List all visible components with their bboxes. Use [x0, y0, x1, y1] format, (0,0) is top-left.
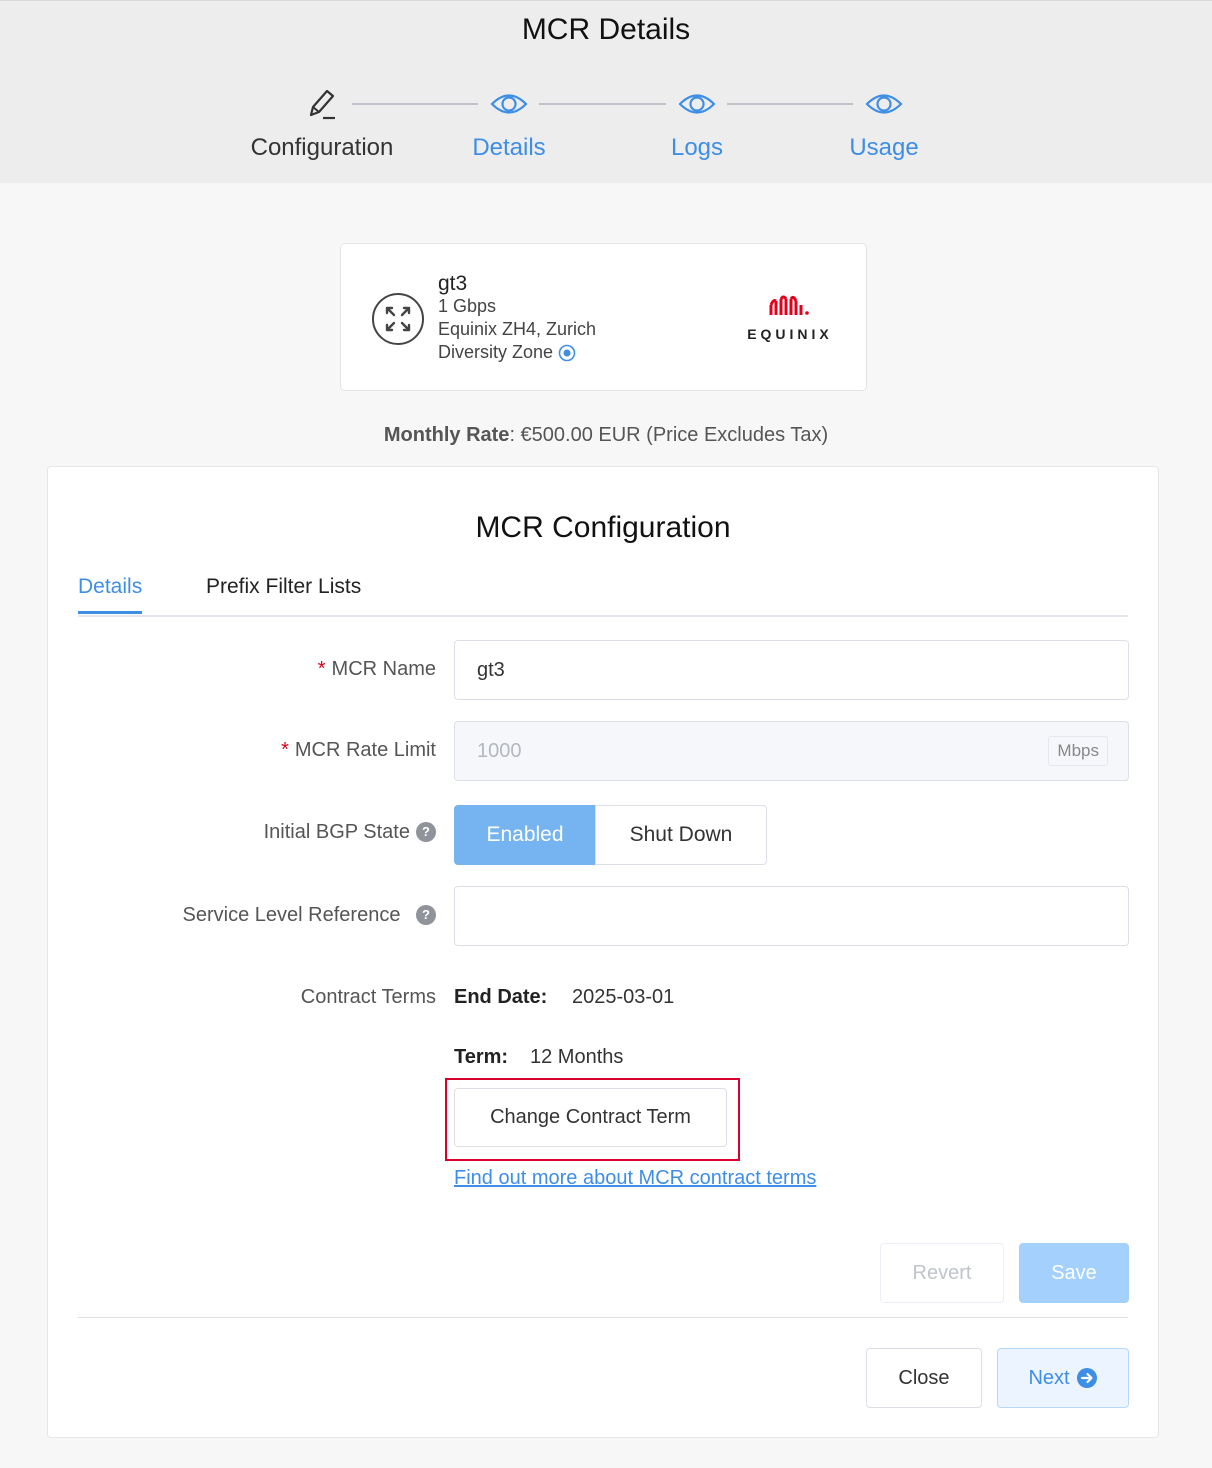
- mcr-rate-limit-label: * MCR Rate Limit: [78, 739, 436, 762]
- pencil-icon: [309, 89, 335, 120]
- bgp-state-label: Initial BGP State?: [78, 821, 436, 844]
- mcr-rate-limit-input: 1000 Mbps: [454, 721, 1129, 781]
- end-date-value: 2025-03-01: [572, 986, 675, 1008]
- page-title: MCR Details: [521, 13, 691, 46]
- service-info: gt3 1 Gbps Equinix ZH4, Zurich Diversity…: [438, 272, 596, 364]
- divider: [78, 1317, 1128, 1318]
- next-button-label: Next: [1028, 1367, 1070, 1389]
- mcr-name-label: * MCR Name: [78, 658, 436, 681]
- diversity-zone-label: Diversity Zone: [438, 342, 554, 362]
- end-date-key: End Date:: [454, 986, 548, 1008]
- contract-terms-label: Contract Terms: [300, 986, 436, 1008]
- monthly-rate-label: Monthly Rate: [383, 424, 510, 446]
- diversity-zone-icon: [558, 344, 576, 361]
- required-marker: *: [281, 739, 289, 761]
- bgp-enabled-button[interactable]: Enabled: [454, 805, 596, 865]
- close-button[interactable]: Close: [866, 1348, 982, 1408]
- step-label-details: Details: [472, 134, 546, 161]
- equinix-logo-text: EQUINIX: [747, 326, 833, 342]
- monthly-rate: Monthly Rate: €500.00 EUR (Price Exclude…: [0, 424, 1212, 447]
- step-logs[interactable]: Logs: [636, 85, 758, 162]
- eye-icon: [490, 94, 528, 114]
- page-header: MCR Details Configuration Details Logs U…: [0, 0, 1212, 183]
- mcr-name-label-text: MCR Name: [331, 658, 436, 680]
- tab-prefix-filter-lists[interactable]: Prefix Filter Lists: [206, 575, 361, 611]
- eye-icon: [678, 94, 716, 114]
- panel-title: MCR Configuration: [475, 511, 731, 544]
- step-usage[interactable]: Usage: [823, 85, 945, 162]
- bgp-shutdown-button[interactable]: Shut Down: [595, 805, 767, 865]
- config-panel: MCR Configuration Details Prefix Filter …: [47, 466, 1159, 1438]
- monthly-rate-value: : €500.00 EUR (Price Excludes Tax): [509, 424, 829, 446]
- arrow-right-circle-icon: [1076, 1368, 1097, 1388]
- bgp-state-label-text: Initial BGP State: [263, 821, 410, 843]
- service-speed: 1 Gbps: [438, 296, 497, 316]
- revert-button[interactable]: Revert: [880, 1243, 1004, 1303]
- term-key: Term:: [454, 1046, 509, 1068]
- rate-unit-badge: Mbps: [1048, 736, 1108, 766]
- equinix-logo-mark: [769, 295, 809, 315]
- step-configuration[interactable]: Configuration: [230, 85, 414, 162]
- step-label-usage: Usage: [849, 134, 919, 161]
- change-contract-term-button[interactable]: Change Contract Term: [454, 1088, 727, 1147]
- service-location: Equinix ZH4, Zurich: [438, 319, 597, 339]
- eye-icon: [865, 94, 903, 114]
- service-level-reference-label-text: Service Level Reference: [182, 904, 401, 926]
- service-level-reference-label: Service Level Reference ?: [78, 904, 436, 927]
- next-button[interactable]: Next: [997, 1348, 1129, 1408]
- mcr-rate-limit-value: 1000: [477, 740, 522, 762]
- save-button[interactable]: Save: [1019, 1243, 1129, 1303]
- step-label-configuration: Configuration: [250, 134, 394, 161]
- service-card: gt3 1 Gbps Equinix ZH4, Zurich Diversity…: [340, 243, 867, 391]
- equinix-logo: EQUINIX: [745, 295, 835, 342]
- mcr-name-input[interactable]: gt3: [454, 640, 1129, 700]
- mcr-rate-limit-label-text: MCR Rate Limit: [294, 739, 436, 761]
- required-marker: *: [317, 658, 326, 680]
- tab-details[interactable]: Details: [78, 575, 143, 614]
- step-details[interactable]: Details: [448, 85, 570, 162]
- contract-terms-link[interactable]: Find out more about MCR contract terms: [454, 1167, 816, 1190]
- help-icon[interactable]: ?: [416, 905, 436, 925]
- help-icon[interactable]: ?: [416, 822, 436, 842]
- mcr-router-icon: [372, 293, 424, 345]
- config-tabs: Details Prefix Filter Lists: [78, 575, 1128, 617]
- diversity-zone: Diversity Zone: [438, 341, 576, 364]
- service-name: gt3: [438, 272, 468, 295]
- term-value: 12 Months: [530, 1046, 624, 1068]
- service-level-reference-input[interactable]: [454, 886, 1129, 946]
- step-label-logs: Logs: [670, 134, 724, 161]
